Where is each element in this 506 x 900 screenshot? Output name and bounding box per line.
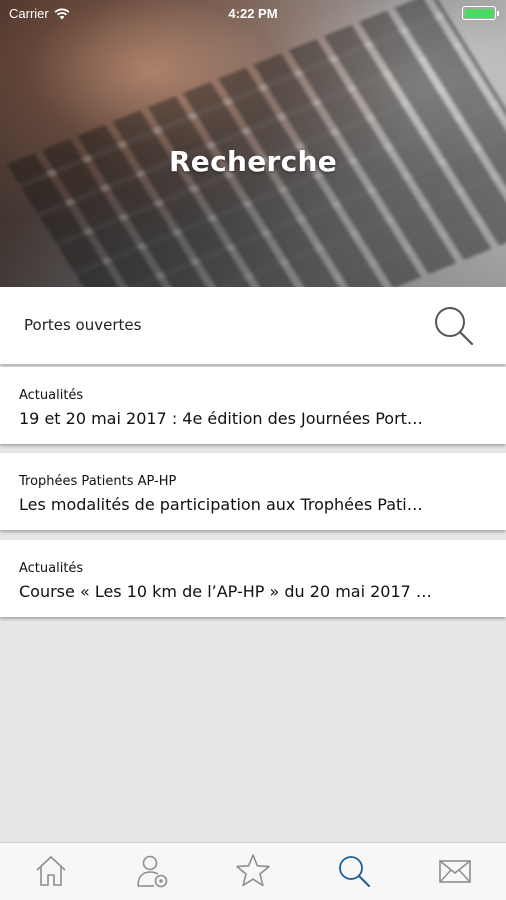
- result-title: Les modalités de participation aux Troph…: [19, 495, 423, 514]
- result-title: 19 et 20 mai 2017 : 4e édition des Journ…: [19, 409, 423, 428]
- result-category: Actualités: [19, 561, 84, 576]
- search-icon: [339, 856, 370, 887]
- home-icon: [36, 856, 66, 886]
- user-settings-icon: [137, 855, 168, 888]
- tab-favorites[interactable]: [233, 851, 273, 891]
- star-icon: [236, 854, 270, 887]
- status-bar: Carrier 4:22 PM: [0, 0, 506, 28]
- search-input[interactable]: [24, 309, 404, 341]
- clock: 4:22 PM: [228, 6, 278, 21]
- battery-level: [464, 8, 494, 18]
- mail-icon: [439, 860, 471, 883]
- tab-home[interactable]: [31, 851, 71, 891]
- header-background-image: Recherche: [0, 0, 506, 287]
- list-item[interactable]: Actualités 19 et 20 mai 2017 : 4e éditio…: [0, 367, 506, 444]
- tab-bar: [0, 842, 506, 900]
- result-category: Actualités: [19, 388, 84, 403]
- tab-search[interactable]: [334, 851, 374, 891]
- result-category: Trophées Patients AP-HP: [19, 474, 177, 489]
- search-icon: [435, 307, 474, 346]
- search-bar: [0, 287, 506, 364]
- search-button[interactable]: [432, 304, 476, 348]
- battery-icon: [462, 6, 499, 20]
- list-item[interactable]: Actualités Course « Les 10 km de l’AP-HP…: [0, 540, 506, 617]
- result-title: Course « Les 10 km de l’AP-HP » du 20 ma…: [19, 582, 432, 601]
- page-title: Recherche: [168, 145, 338, 178]
- tab-account[interactable]: [132, 851, 172, 891]
- tab-contact[interactable]: [435, 851, 475, 891]
- list-item[interactable]: Trophées Patients AP-HP Les modalités de…: [0, 453, 506, 530]
